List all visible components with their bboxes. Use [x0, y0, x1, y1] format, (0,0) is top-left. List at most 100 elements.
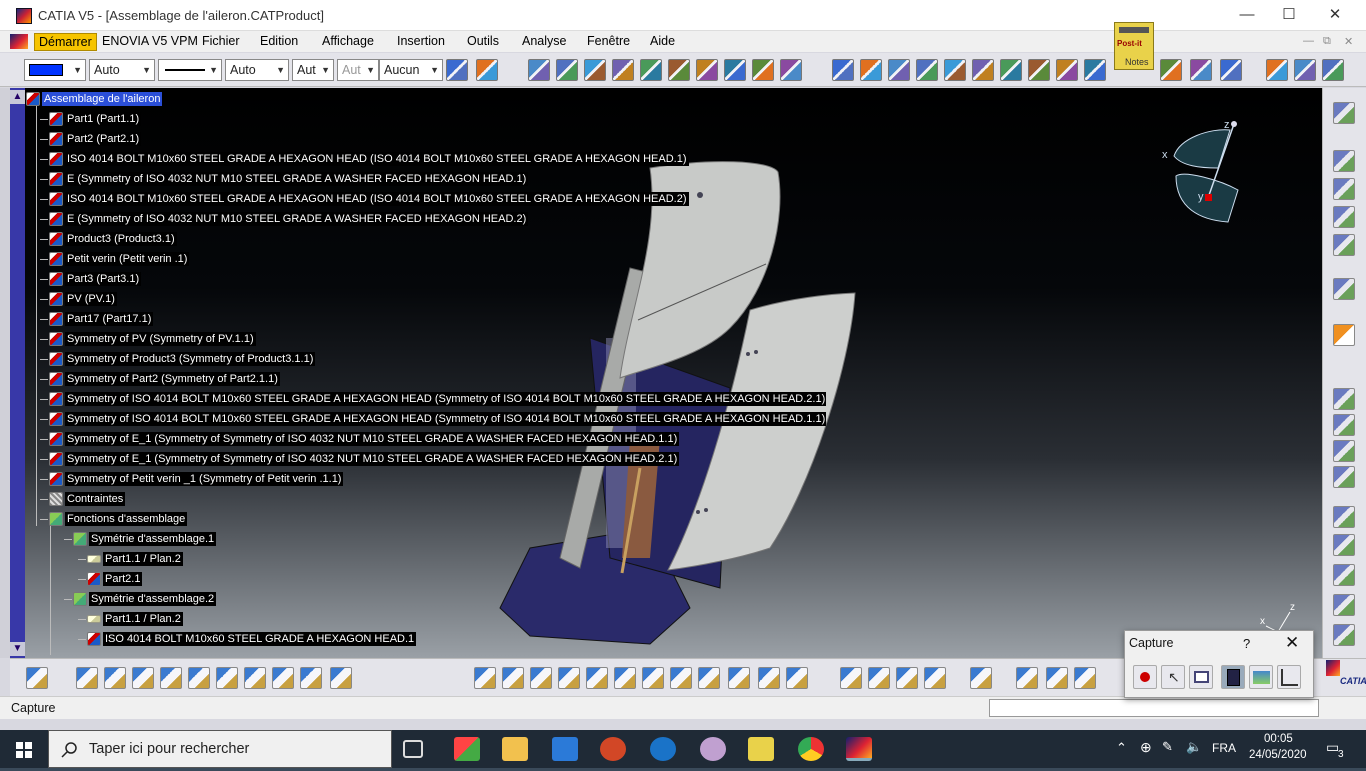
linetype-combo[interactable]: ▼ — [158, 59, 222, 81]
drafting-icon[interactable] — [1333, 234, 1355, 256]
measure-between-icon[interactable] — [970, 667, 992, 689]
record-icon[interactable] — [1133, 665, 1157, 689]
menu-d-marrer[interactable]: Démarrer — [34, 33, 97, 51]
compass-handle-icon[interactable] — [1231, 121, 1237, 127]
manage-representations-icon[interactable] — [752, 59, 774, 81]
scroll-up-icon[interactable]: ▲ — [10, 90, 25, 104]
menu-analyse[interactable]: Analyse — [518, 33, 570, 51]
snap-icon[interactable] — [1333, 414, 1355, 436]
tree-node[interactable]: Part1.1 / Plan.2 — [78, 610, 183, 628]
whats-this-icon[interactable] — [330, 667, 352, 689]
menu-outils[interactable]: Outils — [463, 33, 503, 51]
new-part-icon[interactable] — [584, 59, 606, 81]
post-it-notes-icon[interactable]: Post-it Notes — [1114, 22, 1154, 70]
hide-show-icon[interactable] — [758, 667, 780, 689]
replace-component-icon[interactable] — [640, 59, 662, 81]
selective-load-icon[interactable] — [724, 59, 746, 81]
stop-manipulation-icon[interactable] — [972, 59, 994, 81]
text-icon[interactable] — [1160, 59, 1182, 81]
flag-note-icon[interactable] — [1190, 59, 1212, 81]
tree-node[interactable]: Symmetry of Part2 (Symmetry of Part2.1.1… — [40, 370, 280, 388]
file-explorer-icon[interactable] — [502, 737, 528, 761]
swap-visible-icon[interactable] — [786, 667, 808, 689]
grid-icon[interactable] — [1074, 667, 1096, 689]
measure-item-icon[interactable] — [1016, 667, 1038, 689]
color-combo[interactable]: ▼ — [24, 59, 86, 81]
compass-widget[interactable]: x y z — [1160, 116, 1250, 228]
catia-menu-logo-icon[interactable] — [10, 34, 28, 49]
mdi-close-button[interactable]: ✕ — [1344, 35, 1353, 48]
tree-node[interactable]: Part17 (Part17.1) — [40, 310, 154, 328]
compass-reset-icon[interactable] — [1333, 624, 1355, 646]
fast-multi-instantiation-icon[interactable] — [832, 59, 854, 81]
capture-album-icon[interactable] — [1221, 665, 1245, 689]
assembly-icon[interactable] — [1333, 178, 1355, 200]
tree-node[interactable]: Contraintes — [40, 490, 126, 508]
tree-node[interactable]: E (Symmetry of ISO 4032 NUT M10 STEEL GR… — [40, 170, 529, 188]
render-style-icon[interactable] — [728, 667, 750, 689]
menu-fichier[interactable]: Fichier — [198, 33, 244, 51]
graph-tree-icon[interactable] — [668, 59, 690, 81]
mail-icon[interactable] — [552, 737, 578, 761]
close-panel-button[interactable]: ✕ — [1285, 633, 1299, 653]
zoom-in-icon[interactable] — [586, 667, 608, 689]
tree-node[interactable]: E (Symmetry of ISO 4032 NUT M10 STEEL GR… — [40, 210, 529, 228]
measure-icon[interactable] — [1333, 506, 1355, 528]
tree-node[interactable]: Assemblage de l'aileron — [26, 90, 163, 108]
mdi-minimize-button[interactable]: — — [1303, 35, 1314, 47]
pen-icon[interactable]: ✎ — [1162, 739, 1173, 755]
sectioning-icon[interactable] — [1028, 59, 1050, 81]
tree-node[interactable]: Symétrie d'assemblage.1 — [64, 530, 217, 548]
rotate-icon[interactable] — [558, 667, 580, 689]
normal-view-icon[interactable] — [642, 667, 664, 689]
tree-node[interactable]: Symétrie d'assemblage.2 — [64, 590, 217, 608]
print-icon[interactable] — [160, 667, 182, 689]
lineweight-combo[interactable]: Auto ▼ — [225, 59, 289, 81]
new-component-icon[interactable] — [528, 59, 550, 81]
menu-affichage[interactable]: Affichage — [318, 33, 378, 51]
capture-image-icon[interactable] — [1249, 665, 1273, 689]
pan-icon[interactable] — [530, 667, 552, 689]
paint-brush-icon[interactable] — [446, 59, 468, 81]
tree-node[interactable]: Symmetry of Product3 (Symmetry of Produc… — [40, 350, 316, 368]
maximize-button[interactable]: ☐ — [1266, 0, 1312, 31]
tree-node[interactable]: Petit verin (Petit verin .1) — [40, 250, 190, 268]
command-input[interactable] — [989, 699, 1319, 717]
existing-component-icon[interactable] — [612, 59, 634, 81]
snap-icon[interactable] — [916, 59, 938, 81]
wire-icon[interactable] — [896, 667, 918, 689]
reorder-icon[interactable] — [860, 59, 882, 81]
scene-icon[interactable] — [1220, 59, 1242, 81]
capture-options-icon[interactable] — [1189, 665, 1213, 689]
point-type-combo[interactable]: Aut ▼ — [292, 59, 334, 81]
copy-icon[interactable] — [216, 667, 238, 689]
flag-icon[interactable] — [1333, 594, 1355, 616]
windows-start-button[interactable] — [0, 730, 48, 768]
select-mode-icon[interactable]: ↖ — [1161, 665, 1185, 689]
clock-time[interactable]: 00:05 — [1264, 733, 1293, 745]
tree-node[interactable]: Part3 (Part3.1) — [40, 270, 142, 288]
paint-icon[interactable] — [700, 737, 726, 761]
tree-node[interactable]: Symmetry of E_1 (Symmetry of Symmetry of… — [40, 430, 680, 448]
taskbar-search-box[interactable]: Taper ici pour rechercher — [48, 730, 392, 768]
zoom-out-icon[interactable] — [614, 667, 636, 689]
tree-node[interactable]: ISO 4014 BOLT M10x60 STEEL GRADE A HEXAG… — [40, 150, 689, 168]
menu-enovia-v5-vpm[interactable]: ENOVIA V5 VPM — [98, 33, 202, 51]
search-icon[interactable] — [924, 667, 946, 689]
tree-node[interactable]: Product3 (Product3.1) — [40, 230, 177, 248]
tree-node[interactable]: Part2.1 — [78, 570, 143, 588]
annotation-icon[interactable] — [1333, 534, 1355, 556]
tree-node[interactable]: Symmetry of ISO 4014 BOLT M10x60 STEEL G… — [40, 390, 826, 408]
minimize-button[interactable]: — — [1224, 0, 1270, 31]
multi-instantiation-icon[interactable] — [780, 59, 802, 81]
post-it-taskbar-icon[interactable] — [748, 737, 774, 761]
multi-view-icon[interactable] — [670, 667, 692, 689]
apply-material-icon[interactable] — [476, 59, 498, 81]
tree-node[interactable]: ISO 4014 BOLT M10x60 STEEL GRADE A HEXAG… — [40, 190, 689, 208]
menu-fen-tre[interactable]: Fenêtre — [583, 33, 634, 51]
menu-aide[interactable]: Aide — [646, 33, 679, 51]
clash-icon[interactable] — [1000, 59, 1022, 81]
tree-node[interactable]: Symmetry of Petit verin _1 (Symmetry of … — [40, 470, 344, 488]
sketch-icon[interactable] — [1333, 206, 1355, 228]
language-indicator[interactable]: FRA — [1212, 741, 1236, 755]
